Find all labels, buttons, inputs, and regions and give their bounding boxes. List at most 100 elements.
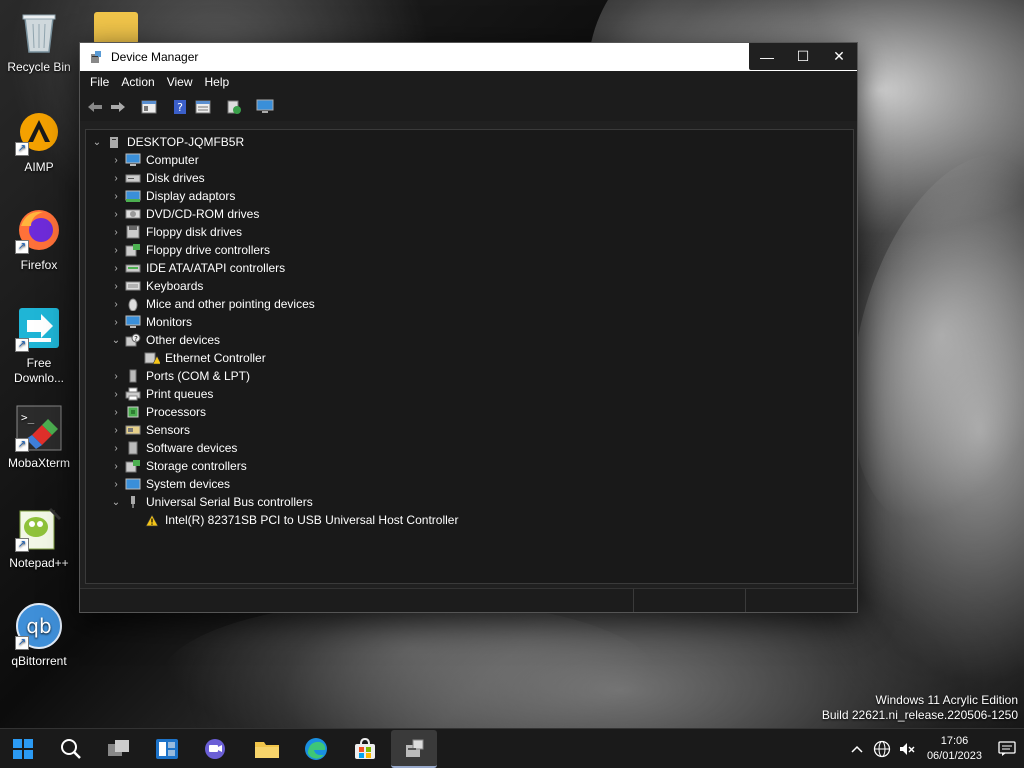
menu-help[interactable]: Help xyxy=(199,75,236,89)
chevron-right-icon[interactable]: › xyxy=(109,281,123,292)
chevron-right-icon[interactable]: › xyxy=(109,317,123,328)
tree-item-processors[interactable]: › Processors xyxy=(86,403,853,421)
tree-item-label: Sensors xyxy=(146,423,191,437)
chevron-right-icon[interactable]: › xyxy=(109,299,123,310)
clock-date: 06/01/2023 xyxy=(926,750,982,762)
svg-text:?: ? xyxy=(177,101,183,114)
tree-item-keyboards[interactable]: › Keyboards xyxy=(86,277,853,295)
properties-button[interactable] xyxy=(192,96,214,118)
tree-item-floppy-disk-drives[interactable]: › Floppy disk drives xyxy=(86,223,853,241)
chevron-right-icon[interactable]: › xyxy=(109,173,123,184)
tree-item-label: System devices xyxy=(146,477,231,491)
firefox-icon: ↗ xyxy=(15,206,63,254)
help-button[interactable]: ? xyxy=(169,96,191,118)
tree-item-other-devices[interactable]: ⌄ ? Other devices xyxy=(86,331,853,349)
chevron-right-icon[interactable]: › xyxy=(109,245,123,256)
clock-time: 17:06 xyxy=(940,735,969,747)
tree-item-display-adaptors[interactable]: › Display adaptors xyxy=(86,187,853,205)
tree-item-label: Intel(R) 82371SB PCI to USB Universal Ho… xyxy=(165,513,459,527)
folder-icon[interactable] xyxy=(94,12,138,44)
task-view-icon xyxy=(108,740,129,756)
tree-item-dvd-cd-rom[interactable]: › DVD/CD-ROM drives xyxy=(86,205,853,223)
tree-item-storage-controllers[interactable]: › Storage controllers xyxy=(86,457,853,475)
chevron-right-icon[interactable]: › xyxy=(109,461,123,472)
tree-item-system-devices[interactable]: › System devices xyxy=(86,475,853,493)
computer-icon xyxy=(125,153,141,167)
back-button[interactable] xyxy=(84,96,106,118)
close-button[interactable]: ✕ xyxy=(821,43,857,70)
desktop-icon-aimp[interactable]: ↗ AIMP xyxy=(4,108,74,174)
system-device-icon xyxy=(125,477,141,491)
network-button[interactable] xyxy=(869,740,895,758)
tree-item-software-devices[interactable]: › Software devices xyxy=(86,439,853,457)
shortcut-arrow-icon: ↗ xyxy=(15,636,29,650)
tree-item-usb-controllers[interactable]: ⌄ Universal Serial Bus controllers xyxy=(86,493,853,511)
tree-item-sensors[interactable]: › Sensors xyxy=(86,421,853,439)
show-hide-console-tree-button[interactable] xyxy=(138,96,160,118)
file-explorer-button[interactable] xyxy=(244,730,290,768)
scan-hardware-button[interactable] xyxy=(254,96,276,118)
clock[interactable]: 17:06 06/01/2023 xyxy=(919,734,990,764)
desktop-icon-label: Notepad++ xyxy=(9,556,69,570)
chevron-right-icon[interactable]: › xyxy=(109,407,123,418)
desktop-icon-firefox[interactable]: ↗ Firefox xyxy=(4,206,74,272)
desktop-icon-mobaxterm[interactable]: >_ ↗ MobaXterm xyxy=(4,404,74,470)
title-bar[interactable]: Device Manager — ☐ ✕ xyxy=(80,43,857,71)
chevron-right-icon[interactable]: › xyxy=(109,263,123,274)
tree-item-monitors[interactable]: › Monitors xyxy=(86,313,853,331)
menu-file[interactable]: File xyxy=(84,75,115,89)
show-hidden-icons-button[interactable] xyxy=(845,745,869,753)
desktop-icon-qbittorrent[interactable]: qb ↗ qBittorrent xyxy=(4,602,74,668)
update-driver-button[interactable] xyxy=(223,96,245,118)
chevron-down-icon[interactable]: ⌄ xyxy=(109,335,123,346)
start-button[interactable] xyxy=(0,730,46,768)
tree-item-ethernet-controller[interactable]: Ethernet Controller xyxy=(86,349,853,367)
chevron-right-icon[interactable]: › xyxy=(109,479,123,490)
tree-root[interactable]: ⌄ DESKTOP-JQMFB5R xyxy=(86,133,853,151)
store-button[interactable] xyxy=(342,730,388,768)
maximize-button[interactable]: ☐ xyxy=(785,43,821,70)
tree-item-print-queues[interactable]: › Print queues xyxy=(86,385,853,403)
chevron-down-icon[interactable]: ⌄ xyxy=(109,497,123,508)
search-icon xyxy=(61,739,81,759)
task-view-button[interactable] xyxy=(96,730,142,768)
processor-icon xyxy=(125,405,141,419)
tree-item-floppy-controllers[interactable]: › Floppy drive controllers xyxy=(86,241,853,259)
widgets-button[interactable] xyxy=(144,730,190,768)
taskbar: 17:06 06/01/2023 xyxy=(0,728,1024,768)
chat-button[interactable] xyxy=(192,730,238,768)
chevron-right-icon[interactable]: › xyxy=(109,155,123,166)
menu-action[interactable]: Action xyxy=(115,75,160,89)
chevron-right-icon[interactable]: › xyxy=(109,209,123,220)
tree-item-intel-usb-host-controller[interactable]: Intel(R) 82371SB PCI to USB Universal Ho… xyxy=(86,511,853,529)
search-button[interactable] xyxy=(48,730,94,768)
forward-button[interactable] xyxy=(107,96,129,118)
tree-item-ide-ata-atapi[interactable]: › IDE ATA/ATAPI controllers xyxy=(86,259,853,277)
shortcut-arrow-icon: ↗ xyxy=(15,338,29,352)
ide-controller-icon xyxy=(125,261,141,275)
tree-item-label: Mice and other pointing devices xyxy=(146,297,315,311)
device-manager-taskbar-button[interactable] xyxy=(391,730,437,768)
desktop-icon-label: MobaXterm xyxy=(7,456,71,470)
volume-button[interactable] xyxy=(895,741,919,757)
edge-button[interactable] xyxy=(293,730,339,768)
chevron-down-icon[interactable]: ⌄ xyxy=(90,137,104,148)
chevron-right-icon[interactable]: › xyxy=(109,443,123,454)
free-download-manager-icon: ↗ xyxy=(15,304,63,352)
minimize-button[interactable]: — xyxy=(749,43,785,70)
tree-item-computer[interactable]: › Computer xyxy=(86,151,853,169)
chevron-right-icon[interactable]: › xyxy=(109,191,123,202)
desktop-icon-notepadpp[interactable]: ↗ Notepad++ xyxy=(4,504,74,570)
desktop-icon-recycle-bin[interactable]: Recycle Bin xyxy=(4,8,74,74)
menu-view[interactable]: View xyxy=(161,75,199,89)
tree-item-disk-drives[interactable]: › Disk drives xyxy=(86,169,853,187)
tree-item-ports[interactable]: › Ports (COM & LPT) xyxy=(86,367,853,385)
chevron-right-icon[interactable]: › xyxy=(109,425,123,436)
tree-item-mice[interactable]: › Mice and other pointing devices xyxy=(86,295,853,313)
chevron-right-icon[interactable]: › xyxy=(109,227,123,238)
notifications-button[interactable] xyxy=(990,741,1024,757)
chevron-right-icon[interactable]: › xyxy=(109,389,123,400)
recycle-bin-icon xyxy=(15,8,63,56)
chevron-right-icon[interactable]: › xyxy=(109,371,123,382)
desktop-icon-free-download-manager[interactable]: ↗ Free Downlo... xyxy=(4,304,74,386)
